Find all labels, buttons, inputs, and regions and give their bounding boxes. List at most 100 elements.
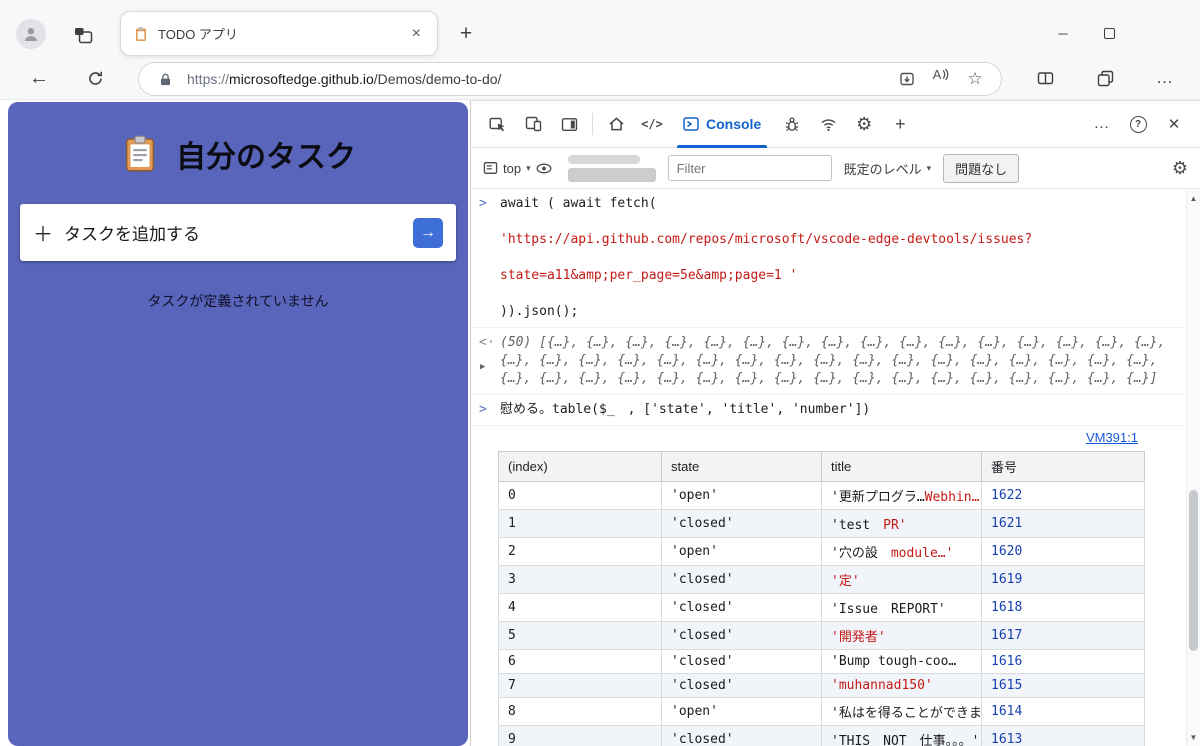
expand-triangle-icon[interactable]: ▶ <box>479 358 485 376</box>
minimize-button[interactable]: ─ <box>1044 20 1082 47</box>
console-command: > 慰める。table($_ , ['state', 'title', 'num… <box>471 395 1186 426</box>
array-length: (50) <box>500 335 532 350</box>
code-string: state=a11&amp;per_page=5e&amp;page=1 ' <box>500 268 798 283</box>
cell-number: 1616 <box>981 649 1145 674</box>
cell-state: 'closed' <box>661 673 822 698</box>
scroll-down-icon[interactable]: ▼ <box>1187 730 1200 744</box>
table-header-cell[interactable]: 番号 <box>981 451 1145 482</box>
tab-actions-icon[interactable] <box>70 22 96 48</box>
cell-index: 0 <box>498 481 662 510</box>
plus-icon: ＋ <box>33 224 53 246</box>
table-header-cell[interactable]: state <box>661 451 822 482</box>
maximize-icon <box>1103 28 1115 39</box>
command-code: 慰める。table($_ , ['state', 'title', 'numbe… <box>500 401 1176 419</box>
browser-chrome: TODO アプリ × + ─ ← https://microsoftedge.g… <box>0 0 1200 100</box>
table-header-cell[interactable]: (index) <box>498 451 662 482</box>
cell-state: 'closed' <box>661 725 822 746</box>
home-icon[interactable] <box>598 107 634 141</box>
cell-state: 'open' <box>661 537 822 566</box>
placeholder-bar <box>567 167 656 182</box>
url-host: microsoftedge.github.io <box>229 71 374 87</box>
submit-task-button[interactable]: → <box>413 217 443 248</box>
browser-menu-icon[interactable]: … <box>1150 63 1180 93</box>
result-preview: (50) [{…}, {…}, {…}, {…}, {…}, {…}, {…},… <box>500 334 1176 388</box>
console-filter-input[interactable] <box>667 155 832 181</box>
console-table: (index) state title 番号 0'open' '更新プログラ…Webhi… <box>498 451 1145 746</box>
clipboard-icon <box>120 134 160 174</box>
devtools-settings-icon[interactable]: ⚙ <box>846 107 882 141</box>
table-row: 8'open' '私はを得ることができます 1614 <box>498 697 1145 726</box>
device-toolbar-icon[interactable] <box>515 107 551 141</box>
cell-title: '私はを得ることができます <box>821 697 982 726</box>
placeholder-bar <box>567 154 640 164</box>
read-aloud-icon[interactable]: A <box>929 67 953 91</box>
help-icon[interactable]: ? <box>1120 107 1156 141</box>
back-button[interactable]: ← <box>24 63 54 93</box>
new-tab-button[interactable]: + <box>452 20 480 48</box>
tab-sources[interactable]: </> <box>634 107 670 141</box>
add-task-button[interactable]: ＋ タスクを追加する → <box>20 204 456 261</box>
console-context-selector[interactable]: top ▾ <box>483 161 552 176</box>
console-settings-icon[interactable]: ⚙ <box>1172 158 1188 179</box>
cell-state: 'closed' <box>661 649 822 674</box>
cell-title: '定' <box>821 565 982 594</box>
tab-console[interactable]: Console <box>670 101 774 148</box>
site-info-lock-icon[interactable] <box>153 67 177 91</box>
add-task-label: タスクを追加する <box>64 225 200 244</box>
address-bar[interactable]: https://microsoftedge.github.io/Demos/de… <box>138 62 1002 96</box>
console-tab-label: Console <box>706 116 762 132</box>
cell-title: '穴の設 module…' <box>821 537 982 566</box>
network-wifi-icon[interactable] <box>810 107 846 141</box>
cell-title: 'THIS NOT 仕事。。。' <box>821 725 982 746</box>
split-screen-icon[interactable] <box>1030 63 1060 93</box>
scrollbar[interactable]: ▲ ▼ <box>1186 189 1200 746</box>
todo-title: 自分のタスク <box>176 141 356 174</box>
tab-close-button[interactable]: × <box>408 24 425 44</box>
maximize-button[interactable] <box>1090 20 1128 47</box>
command-code: await ( await fetch( 'https://api.github… <box>500 195 1176 321</box>
cell-state: 'open' <box>661 697 822 726</box>
table-row: 3'closed' '定' 1619 <box>498 565 1145 594</box>
url-path: /Demos/demo-to-do/ <box>373 71 502 87</box>
log-levels-dropdown[interactable]: 既定のレベル ▾ <box>844 159 932 178</box>
cell-state: 'closed' <box>661 593 822 622</box>
source-link[interactable]: VM391:1 <box>1086 430 1138 445</box>
table-row: 2'open' '穴の設 module…' 1620 <box>498 537 1145 566</box>
devtools-toolbar: </> Console ⚙ + … ? ✕ <box>471 101 1200 148</box>
log-levels-label: 既定のレベル <box>843 161 922 177</box>
table-row: 4'closed' 'Issue REPORT' 1618 <box>498 593 1145 622</box>
console-icon <box>683 117 699 131</box>
profile-avatar[interactable] <box>16 19 46 49</box>
console-table-body: 0'open' '更新プログラ…Webhin…' 1622 1'closed''tes… <box>498 481 1145 746</box>
array-preview: [{…}, {…}, {…}, {…}, {…}, {…}, {…}, {…},… <box>500 335 1174 386</box>
scrollbar-thumb[interactable] <box>1189 489 1198 652</box>
url-text: https://microsoftedge.github.io/Demos/de… <box>187 71 885 87</box>
devtools-panel: </> Console ⚙ + … ? ✕ top ▾ Filter 既定のレベ… <box>470 100 1200 746</box>
console-table-wrapper: (index) state title 番号 0'open' '更新プログラ…Webhi… <box>498 451 1186 746</box>
cell-title: '開発者' <box>821 621 982 650</box>
scroll-up-icon[interactable]: ▲ <box>1187 191 1200 205</box>
devtools-close-icon[interactable]: ✕ <box>1156 107 1192 141</box>
add-tools-icon[interactable]: + <box>882 107 918 141</box>
collections-icon[interactable] <box>1090 63 1120 93</box>
dock-side-icon[interactable] <box>551 107 587 141</box>
app-install-icon[interactable] <box>895 67 919 91</box>
cell-index: 4 <box>498 593 662 622</box>
refresh-button[interactable] <box>80 63 110 93</box>
inspect-element-icon[interactable] <box>479 107 515 141</box>
devtools-more-icon[interactable]: … <box>1084 107 1120 141</box>
empty-tasks-message: タスクが定義されていません <box>147 293 329 309</box>
loading-placeholder <box>567 154 656 182</box>
code-string: 'https://api.github.com/repos/microsoft/… <box>500 232 1033 247</box>
context-label: top <box>503 160 522 176</box>
table-row: 9'closed' 'THIS NOT 仕事。。。' 1613 <box>498 725 1145 746</box>
browser-tab[interactable]: TODO アプリ × <box>120 11 438 56</box>
cell-title: 'Issue REPORT' <box>821 593 982 622</box>
chevron-down-icon: ▾ <box>926 162 932 173</box>
no-issues-button[interactable]: 問題なし <box>943 153 1020 183</box>
favorites-star-icon[interactable]: ☆ <box>963 67 987 91</box>
table-header-cell[interactable]: title <box>821 451 982 482</box>
cell-number: 1622 <box>981 481 1145 510</box>
bug-icon[interactable] <box>774 107 810 141</box>
console-sidebar-icon <box>483 162 498 174</box>
